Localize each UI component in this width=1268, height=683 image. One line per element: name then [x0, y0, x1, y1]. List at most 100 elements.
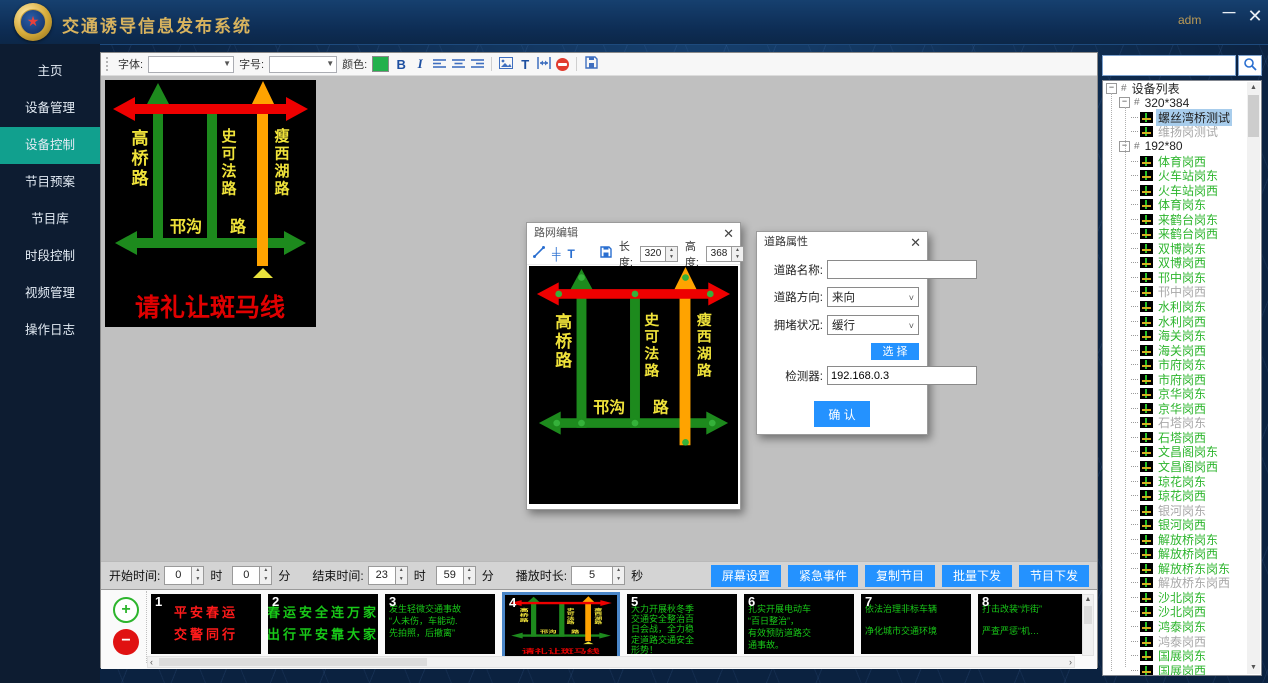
program-thumbnail-2[interactable]: 2春运安全连万家出行平安靠大家	[268, 594, 378, 654]
stepper-arrows[interactable]: ▲▼	[260, 566, 272, 585]
up-arrow-icon[interactable]: ▲	[464, 567, 475, 576]
tree-device-item[interactable]: 国展岗西	[1103, 663, 1261, 676]
end-minute-value[interactable]: 59	[436, 566, 464, 585]
down-arrow-icon[interactable]: ▼	[613, 576, 624, 585]
delete-icon[interactable]	[556, 58, 569, 71]
align-right-icon[interactable]	[470, 57, 484, 72]
bold-button[interactable]: B	[394, 57, 408, 72]
sidebar-item-5[interactable]: 节目库	[0, 201, 100, 238]
height-value[interactable]: 368	[706, 246, 732, 262]
sidebar-item-8[interactable]: 操作日志	[0, 312, 100, 349]
stepper-arrows[interactable]: ▲▼	[464, 566, 476, 585]
search-icon[interactable]	[1238, 55, 1262, 76]
length-stepper[interactable]: 320 ▲▼	[640, 246, 678, 262]
program-thumbnail-4[interactable]: 4高桥路史可法路瘦西湖路邗沟路请礼让斑马线	[502, 592, 620, 660]
road-name-input[interactable]	[827, 260, 977, 279]
program-thumbnail-1[interactable]: 1平安春运交警同行	[151, 594, 261, 654]
up-arrow-icon[interactable]: ▲	[613, 567, 624, 576]
program-thumbnail-7[interactable]: 7依法治理非标车辆净化城市交通环境	[861, 594, 971, 654]
select-detector-button[interactable]: 选 择	[871, 343, 919, 360]
sidebar-item-6[interactable]: 时段控制	[0, 238, 100, 275]
program-thumbnail-5[interactable]: 5大力开展秋冬季交通安全整治百日会战，全力稳定道路交通安全形势！	[627, 594, 737, 654]
up-arrow-icon[interactable]: ▲	[732, 247, 743, 254]
stepper-arrows[interactable]: ▲▼	[666, 246, 678, 262]
end-minute-stepper[interactable]: 59▲▼	[436, 566, 476, 585]
program-thumbnail-6[interactable]: 6扎实开展电动车“百日整治”，有效预防道路交通事故。	[744, 594, 854, 654]
sidebar-item-2[interactable]: 设备管理	[0, 90, 100, 127]
align-left-icon[interactable]	[432, 57, 446, 72]
down-arrow-icon[interactable]: ▼	[732, 254, 743, 261]
tree-device-item[interactable]: 维扬岗测试	[1103, 125, 1261, 140]
scroll-down-icon[interactable]: ▼	[1247, 662, 1260, 674]
scroll-left-icon[interactable]: ‹	[150, 657, 153, 667]
insert-text-button[interactable]: T	[518, 57, 532, 72]
remove-program-icon[interactable]: −	[113, 629, 139, 655]
action-button-3[interactable]: 复制节目	[865, 565, 935, 587]
detector-input[interactable]	[827, 366, 977, 385]
action-button-5[interactable]: 节目下发	[1019, 565, 1089, 587]
start-minute-value[interactable]: 0	[232, 566, 260, 585]
road-direction-select[interactable]: 来向˅	[827, 287, 919, 307]
confirm-button[interactable]: 确 认	[814, 401, 870, 427]
stepper-arrows[interactable]: ▲▼	[613, 566, 625, 585]
start-hour-value[interactable]: 0	[164, 566, 192, 585]
start-hour-stepper[interactable]: 0▲▼	[164, 566, 204, 585]
length-value[interactable]: 320	[640, 246, 666, 262]
end-hour-value[interactable]: 23	[368, 566, 396, 585]
color-swatch[interactable]	[372, 56, 389, 72]
road-network-canvas[interactable]: 高桥路史可法路瘦西湖路邗沟路	[529, 266, 738, 504]
down-arrow-icon[interactable]: ▼	[396, 576, 407, 585]
program-thumbnail-8[interactable]: 8打击改装“炸街”严查严惩“机…	[978, 594, 1088, 654]
scroll-up-icon[interactable]: ▲	[1247, 82, 1260, 94]
down-arrow-icon[interactable]: ▼	[260, 576, 271, 585]
action-button-4[interactable]: 批量下发	[942, 565, 1012, 587]
logged-in-user[interactable]: adm	[1178, 13, 1201, 27]
up-arrow-icon[interactable]: ▲	[260, 567, 271, 576]
fit-width-icon[interactable]	[537, 57, 551, 72]
crossing-tool-icon[interactable]: ╪	[552, 247, 561, 261]
action-button-2[interactable]: 紧急事件	[788, 565, 858, 587]
start-minute-stepper[interactable]: 0▲▼	[232, 566, 272, 585]
down-arrow-icon[interactable]: ▼	[464, 576, 475, 585]
close-icon[interactable]: ✕	[723, 226, 734, 242]
stepper-arrows[interactable]: ▲▼	[192, 566, 204, 585]
action-button-1[interactable]: 屏幕设置	[711, 565, 781, 587]
font-select[interactable]: ▼	[148, 56, 234, 73]
congestion-select[interactable]: 缓行˅	[827, 315, 919, 335]
program-thumbnail-3[interactable]: 3发生轻微交通事故“人未伤，车能动.先拍照，后撤离”	[385, 594, 495, 654]
duration-stepper[interactable]: 5▲▼	[571, 566, 625, 585]
sidebar-item-7[interactable]: 视频管理	[0, 275, 100, 312]
up-arrow-icon[interactable]: ▲	[192, 567, 203, 576]
close-icon[interactable]: ✕	[1244, 6, 1266, 27]
save-icon[interactable]	[584, 56, 598, 72]
tree-scrollbar[interactable]: ▲ ▼	[1247, 82, 1260, 674]
sidebar-item-1[interactable]: 主页	[0, 53, 100, 90]
stepper-arrows[interactable]: ▲▼	[732, 246, 744, 262]
tree-root-device-list[interactable]: −#设备列表	[1103, 81, 1261, 96]
save-icon[interactable]	[600, 246, 612, 261]
end-hour-stepper[interactable]: 23▲▼	[368, 566, 408, 585]
line-tool-icon[interactable]	[533, 246, 545, 261]
height-stepper[interactable]: 368 ▲▼	[706, 246, 744, 262]
up-arrow-icon[interactable]: ▲	[396, 567, 407, 576]
align-center-icon[interactable]	[451, 57, 465, 72]
duration-value[interactable]: 5	[571, 566, 613, 585]
add-program-icon[interactable]: +	[113, 597, 139, 623]
down-arrow-icon[interactable]: ▼	[192, 576, 203, 585]
close-icon[interactable]: ✕	[910, 235, 921, 251]
horizontal-scrollbar[interactable]: ‹ ›	[147, 656, 1075, 668]
sign-preview[interactable]: 高桥路史可法路瘦西湖路邗沟路请礼让斑马线	[105, 80, 316, 327]
device-search-input[interactable]	[1102, 55, 1236, 76]
minimize-icon[interactable]: ─	[1218, 2, 1240, 23]
insert-image-icon[interactable]	[499, 57, 513, 72]
sidebar-item-4[interactable]: 节目预案	[0, 164, 100, 201]
down-arrow-icon[interactable]: ▼	[666, 254, 677, 261]
scroll-right-icon[interactable]: ›	[1069, 657, 1072, 667]
font-size-select[interactable]: ▼	[269, 56, 337, 73]
text-tool-button[interactable]: T	[568, 247, 575, 261]
up-arrow-icon[interactable]: ▲	[666, 247, 677, 254]
scrollbar-thumb[interactable]	[159, 658, 427, 666]
italic-button[interactable]: I	[413, 56, 427, 72]
scrollbar-thumb[interactable]	[1248, 95, 1259, 137]
stepper-arrows[interactable]: ▲▼	[396, 566, 408, 585]
